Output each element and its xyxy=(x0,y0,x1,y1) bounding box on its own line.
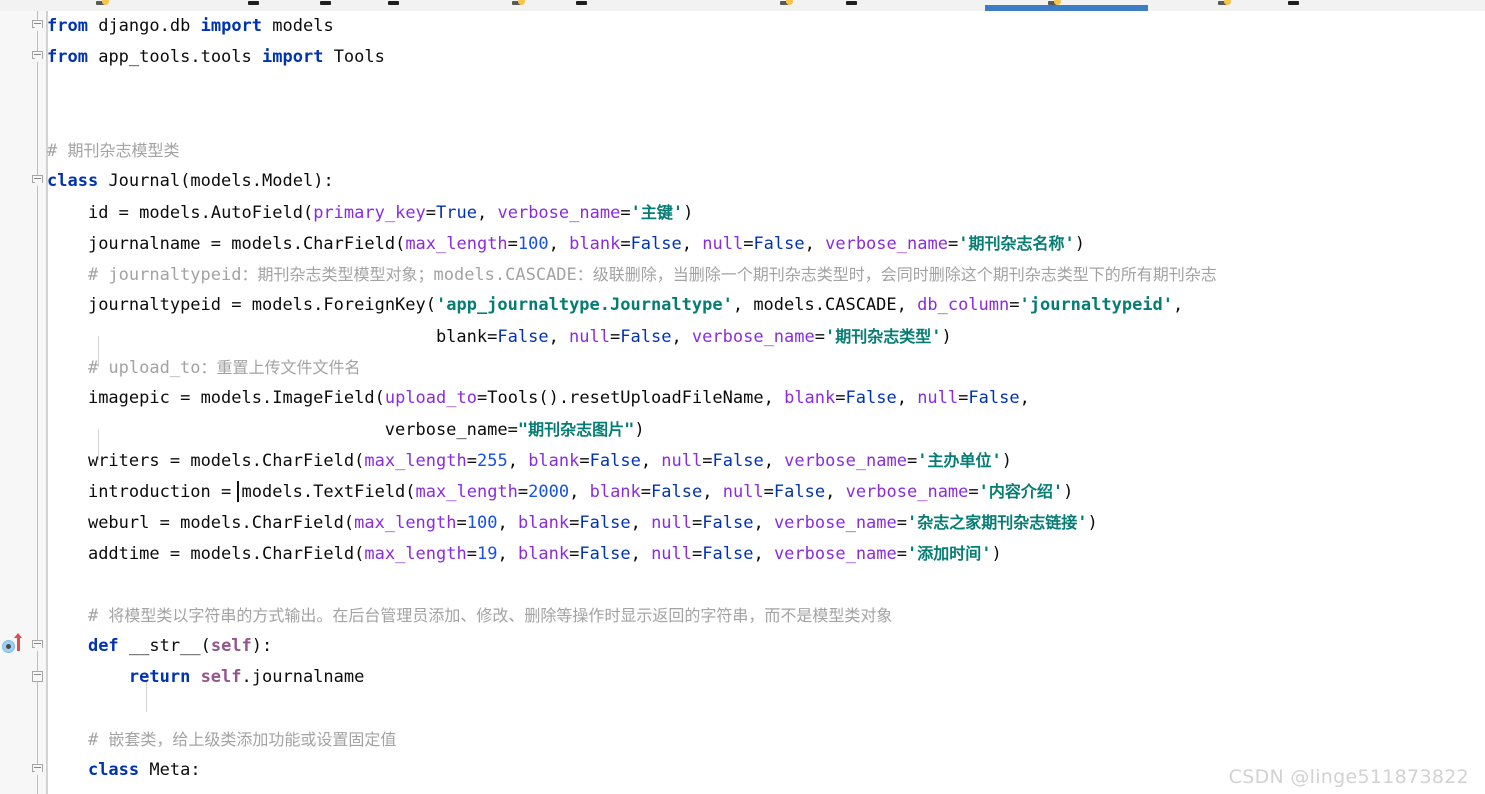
code-line[interactable]: # 嵌套类，给上级类添加功能或设置固定值 xyxy=(47,724,397,755)
code-line[interactable]: writers = models.CharField(max_length=25… xyxy=(47,445,1012,476)
code-line[interactable]: return self.journalname xyxy=(47,662,364,693)
code-line[interactable]: # upload_to：重置上传文件文件名 xyxy=(47,352,361,383)
code-text-area[interactable]: from django.db import models from app_too… xyxy=(47,11,1485,794)
fold-minus-icon xyxy=(34,178,41,179)
toolbar-icon-6[interactable] xyxy=(576,0,589,7)
icon-bar xyxy=(846,1,857,5)
toolbar-icon-10[interactable] xyxy=(1218,0,1231,7)
fold-marker-collapse[interactable] xyxy=(32,51,43,64)
code-line[interactable]: introduction = models.TextField(max_leng… xyxy=(47,476,1073,507)
watermark: CSDN @linge511873822 xyxy=(1228,766,1469,788)
fold-minus-icon xyxy=(34,767,41,768)
code-line[interactable]: from django.db import models xyxy=(47,11,334,42)
fold-minus-icon xyxy=(34,23,41,24)
icon-badge-dot xyxy=(102,0,109,5)
fold-body xyxy=(32,175,43,183)
toolbar-icon-3[interactable] xyxy=(320,0,333,7)
toolbar-icon-8[interactable] xyxy=(846,0,859,7)
icon-bar xyxy=(248,1,259,5)
fold-tip xyxy=(34,771,43,776)
code-line[interactable]: verbose_name="期刊杂志图片") xyxy=(47,414,645,445)
editor-gutter[interactable] xyxy=(0,11,30,794)
fold-marker-collapse[interactable] xyxy=(32,175,43,188)
toolbar-icon-5[interactable] xyxy=(512,0,525,7)
code-line[interactable]: imagepic = models.ImageField(upload_to=T… xyxy=(47,383,1030,414)
code-line[interactable]: addtime = models.CharField(max_length=19… xyxy=(47,538,1002,569)
code-editor[interactable]: from django.db import models from app_too… xyxy=(0,11,1485,794)
icon-badge-dot xyxy=(786,0,793,5)
code-line[interactable]: id = models.AutoField(primary_key=True, … xyxy=(47,197,693,228)
code-line[interactable]: class Meta: xyxy=(47,755,201,786)
fold-minus-icon xyxy=(34,674,41,675)
text-caret xyxy=(237,481,239,502)
fold-body xyxy=(32,764,43,772)
fold-tip xyxy=(34,58,43,63)
code-line[interactable]: def __str__(self): xyxy=(47,631,272,662)
fold-minus-icon xyxy=(34,54,41,55)
code-line[interactable]: journaltypeid = models.ForeignKey('app_j… xyxy=(47,290,1183,321)
toolbar-icon-7[interactable] xyxy=(780,0,793,7)
implements-arrow-icon xyxy=(14,633,22,651)
icon-bar xyxy=(576,1,587,5)
icon-bar xyxy=(320,1,331,5)
icon-bar xyxy=(388,1,399,5)
code-line[interactable]: # 期刊杂志模型类 xyxy=(47,135,180,166)
fold-tip xyxy=(34,27,43,32)
icon-badge-dot xyxy=(518,0,525,5)
fold-tip xyxy=(34,182,43,187)
code-line[interactable]: journalname = models.CharField(max_lengt… xyxy=(47,228,1085,259)
fold-tip xyxy=(34,647,43,652)
fold-body xyxy=(32,51,43,59)
fold-body xyxy=(32,671,43,682)
fold-marker-collapse[interactable] xyxy=(32,640,43,653)
icon-badge-dot xyxy=(1224,0,1231,5)
fold-marker-collapse[interactable] xyxy=(32,20,43,33)
fold-body xyxy=(32,20,43,28)
code-line[interactable]: weburl = models.CharField(max_length=100… xyxy=(47,507,1098,538)
code-line[interactable]: class Journal(models.Model): xyxy=(47,166,334,197)
fold-minus-icon xyxy=(34,643,41,644)
fold-body xyxy=(32,640,43,648)
fold-marker-collapse[interactable] xyxy=(32,764,43,777)
toolbar-icon-1[interactable] xyxy=(96,0,109,7)
icon-bar xyxy=(1288,1,1299,5)
code-line[interactable]: blank=False, null=False, verbose_name='期… xyxy=(47,321,952,352)
code-line[interactable]: # journaltypeid：期刊杂志类型模型对象；models.CASCAD… xyxy=(47,259,1217,290)
toolbar-icon-11[interactable] xyxy=(1288,0,1301,7)
toolbar-icon-4[interactable] xyxy=(388,0,401,7)
code-line[interactable]: from app_tools.tools import Tools xyxy=(47,42,385,73)
fold-marker-square[interactable] xyxy=(32,671,43,684)
implements-method-icon[interactable] xyxy=(2,640,15,653)
toolbar-icon-2[interactable] xyxy=(248,0,261,7)
code-line[interactable]: # 将模型类以字符串的方式输出。在后台管理员添加、修改、删除等操作时显示返回的字… xyxy=(47,600,893,631)
